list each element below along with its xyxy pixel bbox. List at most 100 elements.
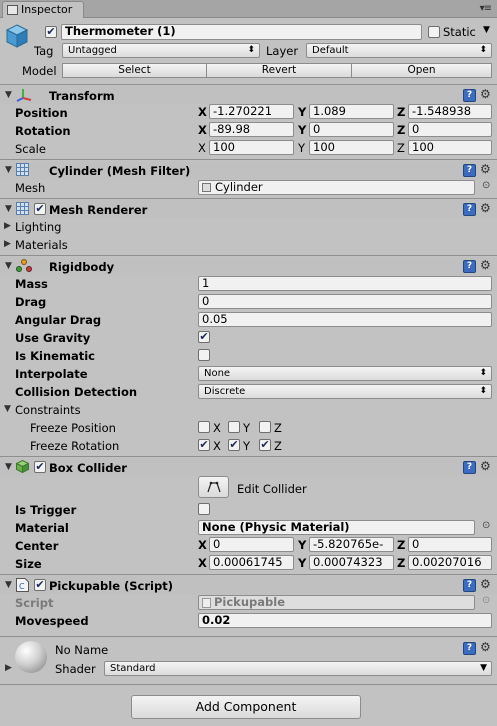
- gear-icon[interactable]: ⚙: [480, 258, 491, 272]
- mass-field[interactable]: 1: [198, 276, 492, 291]
- lighting-foldout[interactable]: Lighting: [15, 220, 61, 234]
- static-dropdown-icon[interactable]: ▼: [483, 25, 490, 35]
- freeze-position-label: Freeze Position: [30, 421, 116, 435]
- model-open-button[interactable]: Open: [351, 63, 492, 78]
- freeze-position-x-checkbox[interactable]: [198, 421, 210, 433]
- active-checkbox[interactable]: ✔: [45, 26, 57, 38]
- use-gravity-checkbox[interactable]: ✔: [198, 331, 210, 343]
- gear-icon[interactable]: ⚙: [480, 577, 491, 591]
- axis-x-label[interactable]: X: [198, 123, 207, 138]
- center-z-field[interactable]: 0: [408, 537, 492, 552]
- box-collider-enabled-checkbox[interactable]: ✔: [34, 461, 46, 473]
- foldout-open-icon[interactable]: ▼: [5, 462, 12, 472]
- drag-label: Drag: [15, 295, 47, 309]
- axis-y-label[interactable]: Y: [298, 538, 306, 553]
- foldout-open-icon[interactable]: ▼: [5, 204, 12, 214]
- foldout-open-icon[interactable]: ▼: [5, 580, 12, 590]
- center-x-field[interactable]: 0: [209, 537, 294, 552]
- axis-z-label[interactable]: Z: [397, 105, 405, 120]
- model-select-button[interactable]: Select: [62, 63, 207, 78]
- tab-menu-icon[interactable]: ▾≡: [480, 3, 492, 14]
- movespeed-field[interactable]: 0.02: [198, 613, 492, 628]
- scale-x-field[interactable]: 100: [209, 140, 294, 155]
- model-revert-button[interactable]: Revert: [206, 63, 352, 78]
- layer-dropdown[interactable]: Default ⬍: [306, 43, 492, 58]
- help-icon[interactable]: ?: [463, 164, 476, 177]
- axis-z-label[interactable]: Z: [397, 556, 405, 571]
- foldout-open-icon[interactable]: ▼: [5, 261, 12, 271]
- help-icon[interactable]: ?: [463, 203, 476, 216]
- freeze-rotation-y-checkbox[interactable]: ✔: [228, 439, 240, 451]
- axis-z-label[interactable]: Z: [397, 538, 405, 553]
- gear-icon[interactable]: ⚙: [480, 162, 491, 176]
- axis-y-label[interactable]: Y: [298, 141, 305, 156]
- collision-detection-dropdown[interactable]: Discrete ⬍: [198, 384, 492, 399]
- scale-y-field[interactable]: 100: [309, 140, 394, 155]
- freeze-position-y-checkbox[interactable]: [228, 421, 240, 433]
- tab-inspector[interactable]: Inspector: [2, 1, 84, 18]
- gear-icon[interactable]: ⚙: [480, 640, 491, 654]
- help-icon[interactable]: ?: [463, 260, 476, 273]
- axis-x-label[interactable]: X: [198, 538, 207, 553]
- axis-x-label[interactable]: X: [198, 141, 206, 156]
- freeze-position-z-checkbox[interactable]: [259, 421, 271, 433]
- gear-icon[interactable]: ⚙: [480, 87, 491, 101]
- is-kinematic-checkbox[interactable]: [198, 349, 210, 361]
- axis-z-label[interactable]: Z: [397, 141, 405, 156]
- inspector-icon: [7, 5, 18, 15]
- dropdown-arrow-icon: ⬍: [479, 386, 487, 396]
- position-z-field[interactable]: -1.548938: [408, 104, 492, 119]
- axis-y-label[interactable]: Y: [298, 105, 306, 120]
- size-y-field[interactable]: 0.00074323: [309, 555, 394, 570]
- axis-y-label[interactable]: Y: [298, 556, 306, 571]
- rotation-x-field[interactable]: -89.98: [209, 122, 294, 137]
- constraints-foldout[interactable]: Constraints: [15, 403, 81, 417]
- gear-icon[interactable]: ⚙: [480, 459, 491, 473]
- axis-z-label[interactable]: Z: [397, 123, 405, 138]
- is-trigger-checkbox[interactable]: [198, 503, 210, 515]
- foldout-closed-icon[interactable]: ▶: [4, 221, 11, 231]
- physic-material-field[interactable]: None (Physic Material): [198, 520, 475, 535]
- help-icon[interactable]: ?: [463, 579, 476, 592]
- help-icon[interactable]: ?: [463, 89, 476, 102]
- drag-field[interactable]: 0: [198, 294, 492, 309]
- shader-dropdown[interactable]: Standard ▼: [104, 661, 492, 676]
- foldout-open-icon[interactable]: ▼: [4, 404, 11, 414]
- gear-icon[interactable]: ⚙: [480, 201, 491, 215]
- object-picker-icon[interactable]: ⊙: [482, 520, 490, 531]
- mesh-renderer-enabled-checkbox[interactable]: ✔: [34, 203, 46, 215]
- interpolate-dropdown[interactable]: None ⬍: [198, 366, 492, 381]
- size-x-field[interactable]: 0.00061745: [209, 555, 294, 570]
- mesh-object-field[interactable]: Cylinder: [198, 180, 475, 195]
- axis-x-label[interactable]: X: [198, 105, 207, 120]
- center-y-field[interactable]: -5.820765e-: [309, 537, 394, 552]
- gameobject-name-input[interactable]: Thermometer (1): [61, 24, 422, 40]
- object-picker-icon[interactable]: ⊙: [482, 180, 490, 191]
- svg-text:C: C: [19, 582, 25, 591]
- freeze-rotation-z-checkbox[interactable]: ✔: [259, 439, 271, 451]
- position-x-field[interactable]: -1.270221: [209, 104, 294, 119]
- help-icon[interactable]: ?: [463, 642, 476, 655]
- axis-x-label[interactable]: X: [198, 556, 207, 571]
- static-checkbox[interactable]: [428, 26, 440, 38]
- tag-dropdown[interactable]: Untagged ⬍: [62, 43, 260, 58]
- angular-drag-field[interactable]: 0.05: [198, 312, 492, 327]
- size-z-field[interactable]: 0.00207016: [408, 555, 492, 570]
- material-foldout-icon[interactable]: ▶: [5, 663, 12, 673]
- add-component-button[interactable]: Add Component: [131, 695, 361, 719]
- pickupable-enabled-checkbox[interactable]: ✔: [34, 579, 46, 591]
- edit-collider-label: Edit Collider: [237, 482, 307, 496]
- foldout-closed-icon[interactable]: ▶: [4, 239, 11, 249]
- edit-collider-button[interactable]: [198, 476, 229, 498]
- axis-y-label[interactable]: Y: [298, 123, 306, 138]
- freeze-rotation-z-label: Z: [274, 439, 282, 453]
- scale-z-field[interactable]: 100: [408, 140, 492, 155]
- materials-foldout[interactable]: Materials: [15, 238, 68, 252]
- rotation-y-field[interactable]: 0: [309, 122, 394, 137]
- position-y-field[interactable]: 1.089: [309, 104, 394, 119]
- help-icon[interactable]: ?: [463, 461, 476, 474]
- foldout-open-icon[interactable]: ▼: [5, 90, 12, 100]
- foldout-open-icon[interactable]: ▼: [5, 165, 12, 175]
- rotation-z-field[interactable]: 0: [408, 122, 492, 137]
- freeze-rotation-x-checkbox[interactable]: ✔: [198, 439, 210, 451]
